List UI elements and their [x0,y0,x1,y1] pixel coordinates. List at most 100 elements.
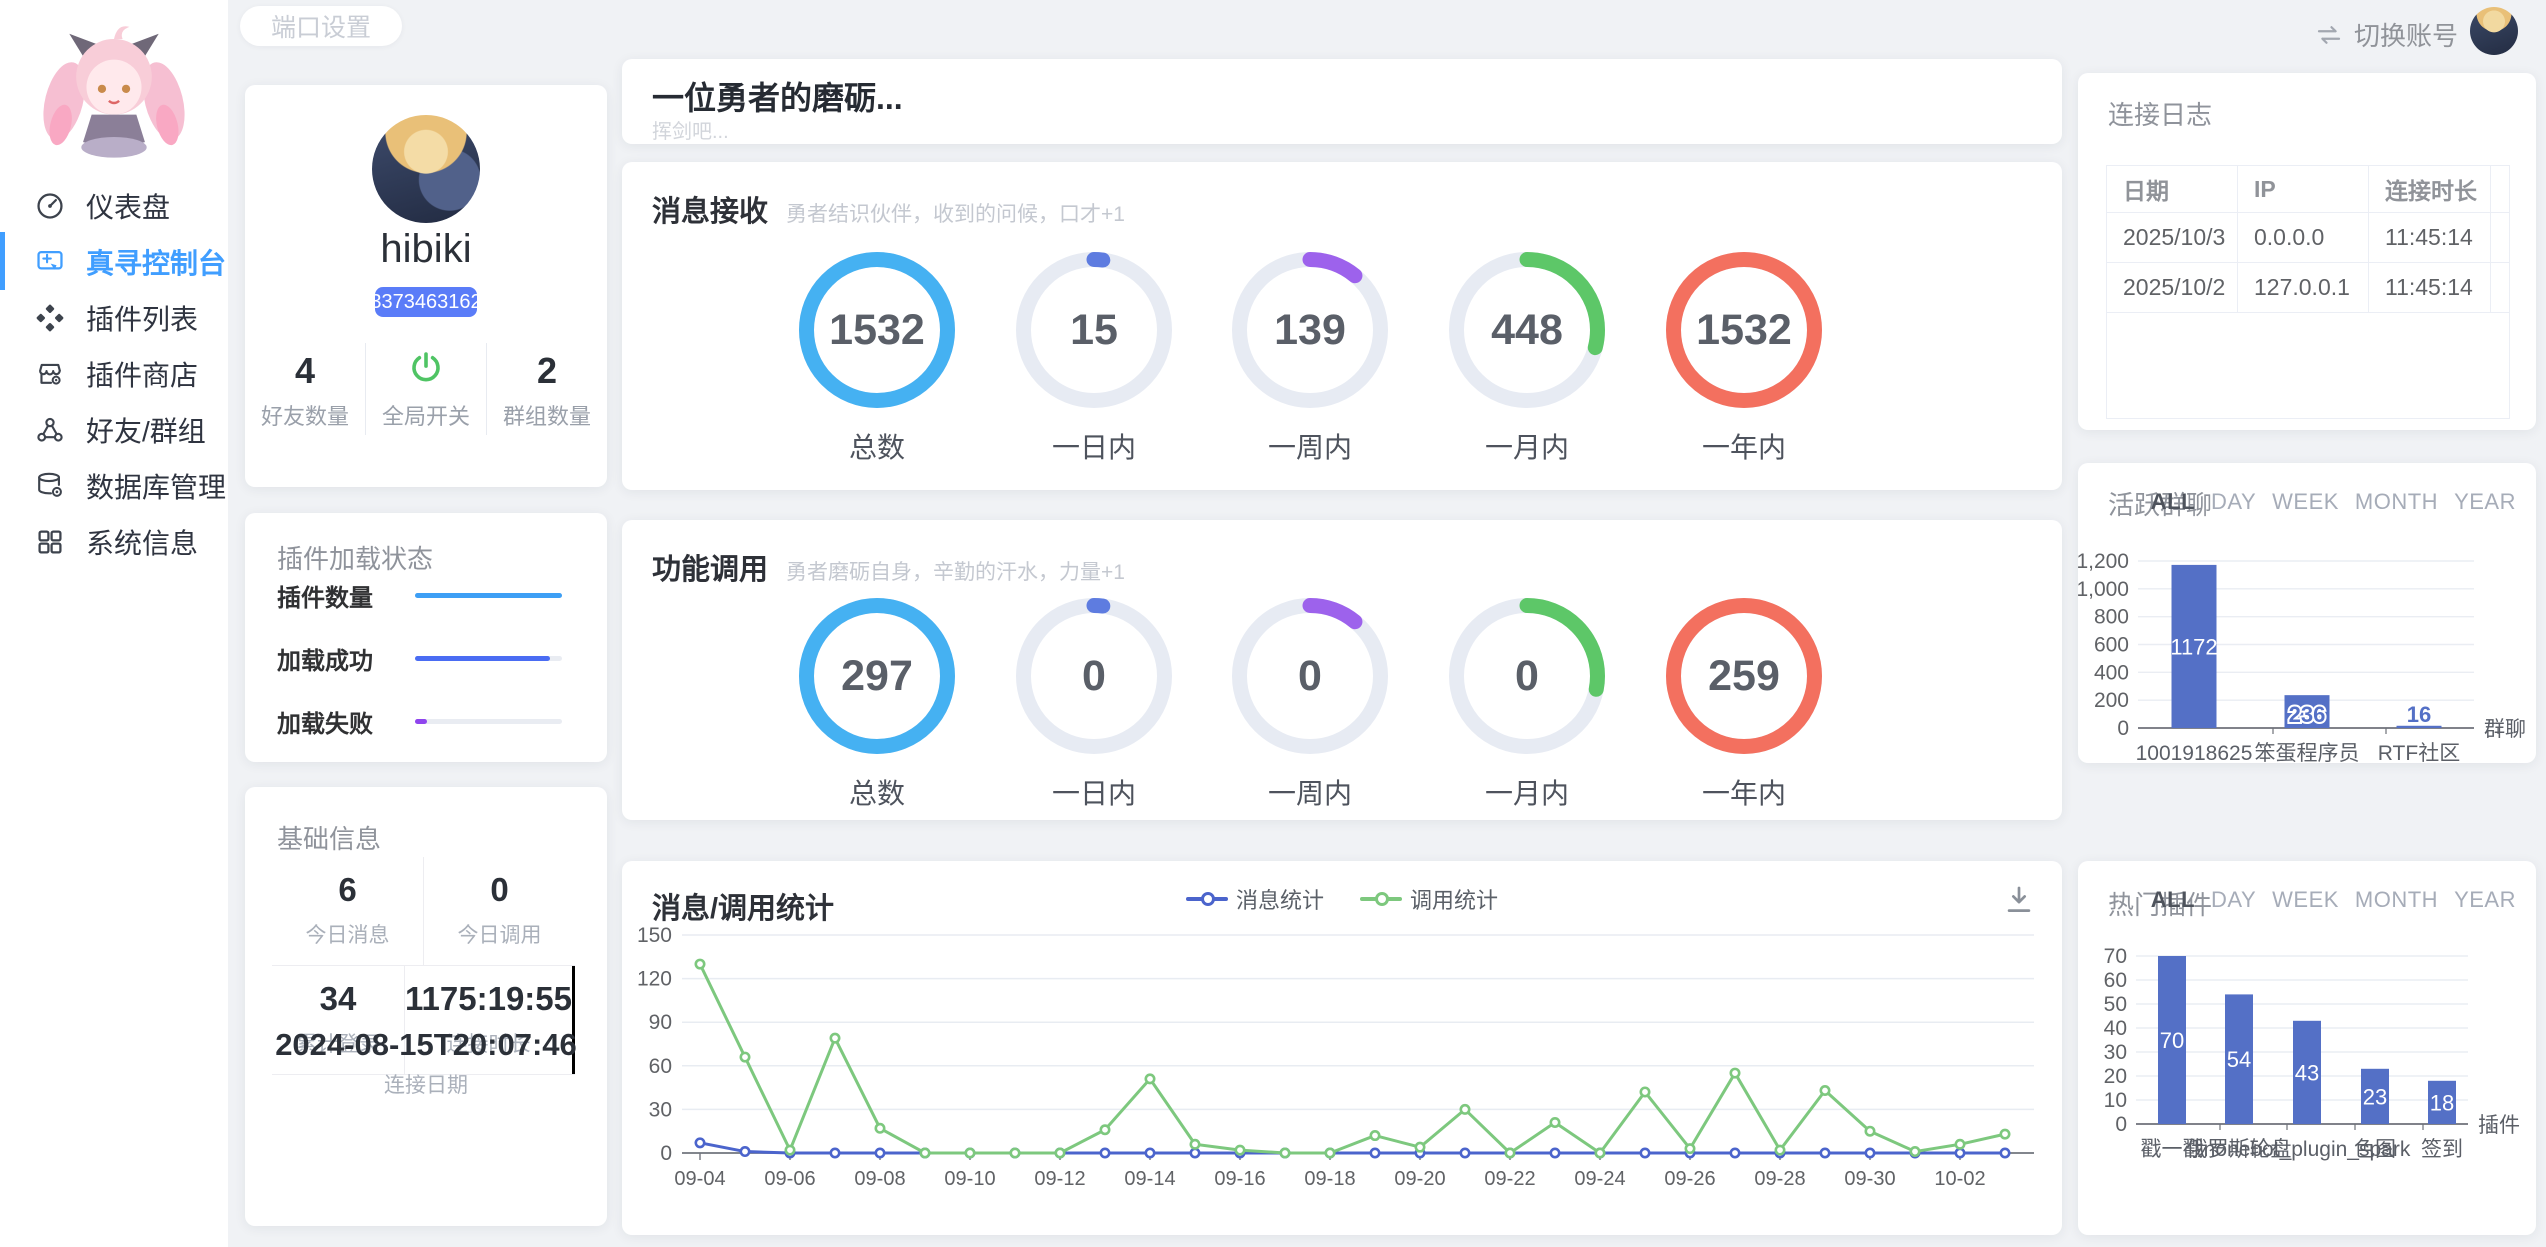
svg-text:800: 800 [2094,606,2129,629]
svg-text:09-24: 09-24 [1574,1168,1625,1190]
plugin-status-label: 加载失败 [277,704,383,739]
svg-text:150: 150 [637,924,672,947]
gauge-label: 一周内 [1202,772,1418,812]
sidebar-item-label: 好友/群组 [86,410,206,450]
donut-ring: 139 [1230,250,1390,410]
donut-ring: 1532 [1664,250,1824,410]
svg-text:50: 50 [2104,993,2127,1016]
svg-text:09-04: 09-04 [674,1168,725,1190]
sidebar-item-label: 系统信息 [86,522,198,562]
legend-label: 调用统计 [1410,883,1498,915]
donut-ring: 0 [1014,596,1174,756]
topbar-avatar[interactable] [2470,7,2518,55]
sidebar-item-label: 仪表盘 [86,186,170,226]
gauge-value: 1532 [1664,250,1824,410]
database-icon [34,470,66,502]
basic-info-value: 34 [272,980,404,1018]
sidebar: 仪表盘真寻控制台插件列表插件商店好友/群组数据库管理系统信息 [0,0,228,1247]
connection-log-table: 日期IP连接时长2025/10/30.0.0.011:45:142025/10/… [2106,165,2510,419]
svg-text:120: 120 [637,968,672,991]
switch-account-button[interactable]: 切换账号 [2314,16,2458,53]
function-card-title: 功能调用 [652,546,768,588]
message-received-card: 消息接收 勇者结识伙伴，收到的问候，口才+1 1532总数15一日内139一周内… [622,162,2062,490]
log-column-header: 连接时长 [2369,166,2491,212]
sidebar-item-database[interactable]: 数据库管理 [0,458,228,514]
stat-value: 2 [487,349,607,393]
gauge-label: 一年内 [1636,772,1852,812]
donut-ring: 297 [797,596,957,756]
log-cell: 127.0.0.1 [2238,263,2369,312]
active-groups-card: 活跃群聊 ALLDAYWEEKMONTHYEAR 02004006008001,… [2078,463,2536,763]
gauge-label: 一日内 [986,772,1202,812]
basic-info-label: 今日消息 [272,919,423,949]
gauge-一日内: 15一日内 [986,250,1202,466]
gauge-label: 一日内 [986,426,1202,466]
svg-text:0: 0 [2115,1113,2127,1136]
svg-text:18: 18 [2430,1090,2454,1115]
svg-text:09-10: 09-10 [944,1168,995,1190]
system-icon [34,526,66,558]
sidebar-item-console[interactable]: 真寻控制台 [0,234,228,290]
donut-ring: 0 [1230,596,1390,756]
hot-plugins-bar-chart: 01020304050607070戳一戳54俄罗斯轮盘43nonebot_plu… [2078,861,2536,1235]
svg-text:群聊: 群聊 [2484,718,2526,741]
progress-track [415,719,562,724]
bot-name: hibiki [245,227,607,272]
basic-info-value: 1175:19:55 [405,980,572,1018]
legend-marker-icon [1360,897,1402,901]
plugin-status-label: 加载成功 [277,641,383,676]
log-cell: 0.0.0.0 [2238,213,2369,262]
plugin-status-row: 加载成功 [277,640,577,676]
sidebar-nav: 仪表盘真寻控制台插件列表插件商店好友/群组数据库管理系统信息 [0,178,228,570]
port-settings-button[interactable]: 端口设置 [240,6,402,46]
svg-text:30: 30 [2104,1041,2127,1064]
svg-text:09-30: 09-30 [1844,1168,1895,1190]
sidebar-item-label: 数据库管理 [86,466,226,506]
gauge-label: 一月内 [1419,772,1635,812]
sidebar-item-friends-groups[interactable]: 好友/群组 [0,402,228,458]
svg-text:0: 0 [660,1142,672,1165]
global-switch-toggle[interactable] [366,349,486,393]
donut-ring: 0 [1447,596,1607,756]
log-cell: 2025/10/3 [2107,213,2238,262]
app-logo [28,8,200,180]
sidebar-item-plugin-list[interactable]: 插件列表 [0,290,228,346]
svg-text:1,000: 1,000 [2078,578,2129,601]
sidebar-item-system-info[interactable]: 系统信息 [0,514,228,570]
gauge-value: 259 [1664,596,1824,756]
log-cell: 11:45:14 [2369,263,2491,312]
svg-text:插件: 插件 [2478,1114,2520,1137]
profile-card: hibiki 3373463162 4好友数量全局开关2群组数量 [245,85,607,487]
profile-avatar [372,115,480,223]
stat-label: 群组数量 [487,399,607,431]
svg-text:400: 400 [2094,661,2129,684]
legend-item-调用统计[interactable]: 调用统计 [1360,883,1498,915]
progress-track [415,656,562,661]
sidebar-item-plugin-store[interactable]: 插件商店 [0,346,228,402]
svg-text:1,200: 1,200 [2078,550,2129,573]
progress-fill [415,719,427,724]
gauge-一年内: 1532一年内 [1636,250,1852,466]
sidebar-item-dashboard[interactable]: 仪表盘 [0,178,228,234]
svg-text:RTF社区: RTF社区 [2378,742,2460,763]
messages-calls-line-chart: 030609012015009-0409-0609-0809-1009-1209… [622,923,2062,1233]
gauge-label: 一周内 [1202,426,1418,466]
message-card-title: 消息接收 [652,188,768,230]
sidebar-item-label: 插件商店 [86,354,198,394]
gauge-label: 总数 [769,426,985,466]
connect-date-label: 连接日期 [245,1069,607,1099]
svg-text:40: 40 [2104,1017,2127,1040]
profile-stat-1[interactable]: 全局开关 [365,343,486,435]
gauge-value: 139 [1230,250,1390,410]
messages-calls-chart-card: 消息/调用统计 消息统计调用统计 030609012015009-0409-06… [622,861,2062,1235]
bot-uid-badge: 3373463162 [375,287,477,317]
svg-text:43: 43 [2295,1060,2319,1085]
progress-track [415,593,562,598]
basic-info-card: 基础信息 6今日消息0今日调用34累计登录1175:19:55连接时长 2024… [245,787,607,1226]
hot-plugins-card: 热门插件 ALLDAYWEEKMONTHYEAR 010203040506070… [2078,861,2536,1235]
gauge-value: 1532 [797,250,957,410]
legend-item-消息统计[interactable]: 消息统计 [1186,883,1324,915]
basic-info-cell: 0今日调用 [424,857,575,965]
download-icon[interactable] [2002,883,2036,917]
plugin-status-label: 插件数量 [277,578,383,613]
